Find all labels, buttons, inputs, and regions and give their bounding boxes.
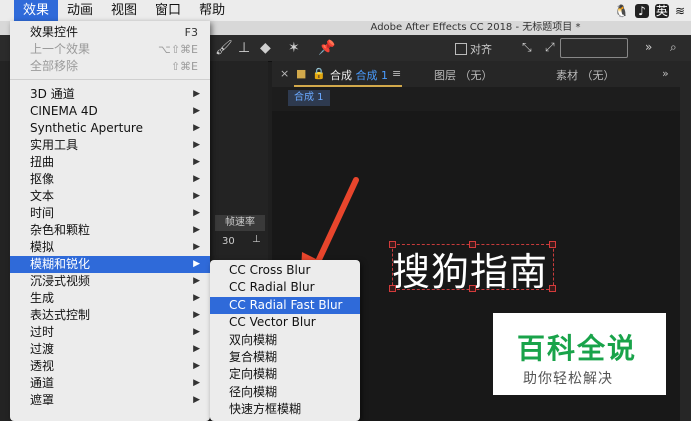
effects-menu-item[interactable]: 扭曲 ▶ [10, 154, 210, 171]
effects-menu-item-label: 过时 [30, 325, 55, 339]
blur-submenu-item[interactable]: 径向模糊 [210, 384, 360, 401]
effects-menu-item-shortcut: ⇧⌘E [170, 60, 198, 73]
submenu-arrow-icon: ▶ [193, 310, 200, 320]
submenu-arrow-icon: ▶ [193, 225, 200, 235]
submenu-arrow-icon: ▶ [193, 174, 200, 184]
effects-menu-item-label: 文本 [30, 189, 55, 203]
effects-menu-item[interactable]: Synthetic Aperture ▶ [10, 120, 210, 137]
blur-submenu-item-label: CC Cross Blur [229, 263, 311, 277]
submenu-arrow-icon: ▶ [193, 157, 200, 167]
effects-menu-item-label: 透视 [30, 359, 55, 373]
submenu-arrow-icon: ▶ [193, 140, 200, 150]
effects-menu-item[interactable]: 过渡 ▶ [10, 341, 210, 358]
watermark: 百科全说 助你轻松解决 [493, 313, 666, 395]
watermark-subtitle: 助你轻松解决 [523, 371, 613, 387]
blur-sharpen-submenu: CC Cross Blur CC Radial Blur CC Radial Fas… [210, 260, 360, 421]
effects-menu-item-label: CINEMA 4D [30, 104, 98, 118]
watermark-title: 百科全说 [517, 332, 638, 365]
effects-menu-item[interactable]: 遮罩 ▶ [10, 392, 210, 409]
submenu-arrow-icon: ▶ [193, 395, 200, 405]
blur-submenu-item[interactable]: CC Radial Fast Blur [210, 296, 360, 314]
blur-submenu-item-label: 径向模糊 [229, 384, 278, 399]
effects-menu-item-label: 遮罩 [30, 393, 55, 407]
submenu-arrow-icon: ▶ [193, 293, 200, 303]
blur-submenu-item[interactable]: 定向模糊 [210, 366, 360, 383]
effects-menu-item[interactable]: 全部移除 ⇧⌘E [10, 58, 210, 75]
submenu-arrow-icon: ▶ [193, 208, 200, 218]
submenu-arrow-icon: ▶ [193, 123, 200, 133]
effects-menu: 效果控件 F3 上一个效果 ⌥⇧⌘E 全部移除 ⇧⌘E 3D 通道 ▶ CINEMA 4D ▶ Sy… [10, 21, 210, 421]
effects-menu-item-label: 过渡 [30, 342, 55, 356]
effects-menu-item-label: 上一个效果 [30, 42, 91, 56]
effects-menu-item-label: 全部移除 [30, 59, 79, 73]
blur-submenu-item-label: CC Radial Fast Blur [229, 297, 343, 312]
submenu-arrow-icon: ▶ [193, 361, 200, 371]
submenu-arrow-icon: ▶ [193, 89, 200, 99]
submenu-arrow-icon: ▶ [193, 276, 200, 286]
effects-menu-item[interactable]: 生成 ▶ [10, 290, 210, 307]
effects-menu-item-label: Synthetic Aperture [30, 121, 143, 135]
effects-menu-item[interactable]: 沉浸式视频 ▶ [10, 273, 210, 290]
effects-menu-item-label: 沉浸式视频 [30, 274, 91, 288]
effects-menu-item-shortcut: F3 [184, 26, 198, 39]
effects-menu-item-label: 效果控件 [30, 25, 79, 39]
effects-menu-item-label: 抠像 [30, 172, 55, 186]
effects-menu-item[interactable]: 过时 ▶ [10, 324, 210, 341]
effects-menu-item[interactable]: 模拟 ▶ [10, 239, 210, 256]
effects-menu-item[interactable]: 上一个效果 ⌥⇧⌘E [10, 41, 210, 58]
effects-menu-item[interactable]: 透视 ▶ [10, 358, 210, 375]
effects-menu-item[interactable]: CINEMA 4D ▶ [10, 103, 210, 120]
submenu-arrow-icon: ▶ [193, 344, 200, 354]
effects-menu-item[interactable]: 模糊和锐化 ▶ [10, 256, 210, 273]
blur-submenu-item-label: 快速方框模糊 [229, 402, 302, 417]
effects-menu-item-label: 扭曲 [30, 155, 55, 169]
blur-submenu-item[interactable]: 快速方框模糊 [210, 401, 360, 418]
effects-menu-item-label: 时间 [30, 206, 55, 220]
effects-menu-item[interactable]: 杂色和颗粒 ▶ [10, 222, 210, 239]
blur-submenu-item[interactable]: 复合模糊 [210, 349, 360, 366]
submenu-arrow-icon: ▶ [193, 259, 200, 269]
effects-menu-item-label: 生成 [30, 291, 55, 305]
effects-menu-item-label: 表达式控制 [30, 308, 91, 322]
effects-menu-item[interactable]: 通道 ▶ [10, 375, 210, 392]
submenu-arrow-icon: ▶ [193, 242, 200, 252]
effects-menu-item[interactable]: 表达式控制 ▶ [10, 307, 210, 324]
effects-menu-item[interactable]: 抠像 ▶ [10, 171, 210, 188]
submenu-arrow-icon: ▶ [193, 327, 200, 337]
effects-menu-item-label: 实用工具 [30, 138, 79, 152]
blur-submenu-item-label: 定向模糊 [229, 367, 278, 382]
submenu-arrow-icon: ▶ [193, 191, 200, 201]
effects-menu-item[interactable]: 效果控件 F3 [10, 24, 210, 41]
effects-menu-item[interactable]: 时间 ▶ [10, 205, 210, 222]
blur-submenu-item[interactable]: CC Vector Blur [210, 314, 360, 331]
arrow-shaft [313, 177, 359, 269]
blur-submenu-item[interactable]: CC Radial Blur [210, 279, 360, 296]
effects-menu-item-label: 通道 [30, 376, 55, 390]
blur-submenu-item-label: 复合模糊 [229, 350, 278, 364]
effects-menu-item-label: 杂色和颗粒 [30, 223, 91, 237]
submenu-arrow-icon: ▶ [193, 378, 200, 388]
blur-submenu-item[interactable]: CC Cross Blur [210, 262, 360, 279]
menu-separator [10, 79, 210, 80]
effects-menu-item-label: 模拟 [30, 240, 55, 254]
submenu-arrow-icon: ▶ [193, 106, 200, 116]
blur-submenu-item-label: CC Radial Blur [229, 280, 315, 295]
effects-menu-item[interactable]: 实用工具 ▶ [10, 137, 210, 154]
effects-menu-item[interactable]: 文本 ▶ [10, 188, 210, 205]
effects-menu-item-shortcut: ⌥⇧⌘E [158, 43, 198, 56]
blur-submenu-item[interactable]: 双向模糊 [210, 332, 360, 349]
effects-menu-item[interactable]: 3D 通道 ▶ [10, 86, 210, 103]
blur-submenu-item-label: 双向模糊 [229, 332, 278, 347]
blur-submenu-item-label: CC Vector Blur [229, 315, 316, 330]
effects-menu-item-label: 模糊和锐化 [30, 257, 91, 271]
effects-menu-item-label: 3D 通道 [30, 87, 75, 101]
